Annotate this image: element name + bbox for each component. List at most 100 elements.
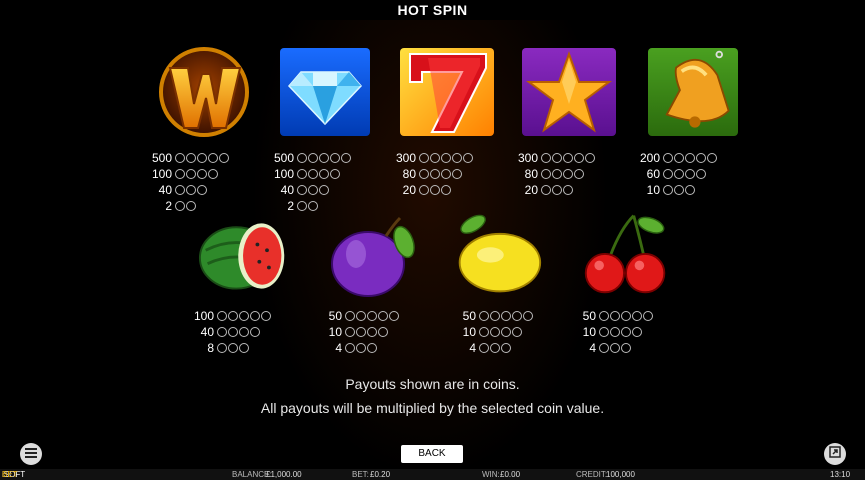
- coin-icon: [632, 327, 642, 337]
- coin-icon: [599, 327, 609, 337]
- coin-icon: [501, 311, 511, 321]
- payout-value: 500: [273, 151, 294, 165]
- history-button[interactable]: [824, 443, 846, 465]
- coin-icon: [574, 153, 584, 163]
- payout-row: 4: [316, 340, 400, 356]
- coin-icon: [345, 343, 355, 353]
- coin-icon: [219, 153, 229, 163]
- clock: 13:10: [830, 470, 851, 479]
- bet-label: BET:: [352, 470, 369, 479]
- payout-value: 50: [328, 309, 342, 323]
- coin-icon: [610, 343, 620, 353]
- coin-icon: [490, 311, 500, 321]
- coin-icon: [563, 153, 573, 163]
- payout-row: 300: [390, 150, 474, 166]
- coin-icon: [308, 153, 318, 163]
- coin-icon: [452, 169, 462, 179]
- coin-icon: [674, 185, 684, 195]
- coin-icon: [297, 201, 307, 211]
- coin-icon: [419, 185, 429, 195]
- coin-icon: [186, 169, 196, 179]
- coin-icon: [610, 327, 620, 337]
- payout-row: 40: [146, 182, 230, 198]
- coin-icon: [197, 169, 207, 179]
- coin-icon: [250, 327, 260, 337]
- payout-value: 300: [517, 151, 538, 165]
- coin-icon: [707, 153, 717, 163]
- coin-icon: [378, 327, 388, 337]
- win-value: £0.00: [500, 470, 521, 479]
- payout-row: 10: [316, 324, 400, 340]
- payout-row: 50: [450, 308, 534, 324]
- coin-icon: [419, 153, 429, 163]
- coin-icon: [696, 153, 706, 163]
- coin-icon: [563, 185, 573, 195]
- payout-note-1: Payouts shown are in coins.: [345, 376, 520, 392]
- coin-icon: [217, 343, 227, 353]
- payout-row: 20: [390, 182, 474, 198]
- paytable-cherry: 50 10 4: [570, 308, 654, 356]
- payout-value: 2: [165, 199, 172, 213]
- payout-row: 10: [570, 324, 654, 340]
- paytable-watermelon: 100 40 8: [188, 308, 272, 356]
- payout-value: 10: [582, 325, 596, 339]
- coin-icon: [541, 153, 551, 163]
- coin-icon: [175, 153, 185, 163]
- payout-value: 50: [582, 309, 596, 323]
- payout-value: 50: [462, 309, 476, 323]
- payout-row: 80: [390, 166, 474, 182]
- coin-icon: [512, 327, 522, 337]
- bell-symbol: [648, 48, 738, 136]
- payout-row: 4: [450, 340, 534, 356]
- coin-icon: [490, 343, 500, 353]
- menu-button[interactable]: [20, 443, 42, 465]
- payout-row: 60: [634, 166, 718, 182]
- payout-value: 40: [158, 183, 172, 197]
- coin-icon: [621, 343, 631, 353]
- coin-icon: [297, 169, 307, 179]
- payout-value: 200: [639, 151, 660, 165]
- payout-value: 4: [589, 341, 596, 355]
- coin-icon: [552, 185, 562, 195]
- coin-icon: [419, 169, 429, 179]
- coin-icon: [441, 185, 451, 195]
- payout-value: 40: [200, 325, 214, 339]
- coin-icon: [319, 169, 329, 179]
- star-symbol: [522, 48, 616, 136]
- diamond-symbol: [280, 48, 370, 136]
- coin-icon: [479, 343, 489, 353]
- coin-icon: [367, 311, 377, 321]
- coin-icon: [599, 311, 609, 321]
- seven-symbol: [400, 48, 494, 136]
- coin-icon: [197, 185, 207, 195]
- coin-icon: [228, 311, 238, 321]
- coin-icon: [552, 153, 562, 163]
- payout-row: 100: [188, 308, 272, 324]
- coin-icon: [501, 343, 511, 353]
- payout-row: 300: [512, 150, 596, 166]
- coin-icon: [261, 311, 271, 321]
- coin-icon: [345, 311, 355, 321]
- coin-icon: [356, 311, 366, 321]
- coin-icon: [585, 153, 595, 163]
- coin-icon: [663, 185, 673, 195]
- payout-value: 8: [207, 341, 214, 355]
- coin-icon: [541, 169, 551, 179]
- coin-icon: [479, 327, 489, 337]
- coin-icon: [228, 343, 238, 353]
- back-button[interactable]: BACK: [401, 445, 463, 463]
- coin-icon: [367, 343, 377, 353]
- cherry-symbol: [580, 206, 672, 298]
- coin-icon: [197, 153, 207, 163]
- credit-label: CREDIT:: [576, 470, 608, 479]
- coin-icon: [541, 185, 551, 195]
- payout-value: 80: [524, 167, 538, 181]
- coin-icon: [217, 327, 227, 337]
- coin-icon: [574, 169, 584, 179]
- coin-icon: [239, 343, 249, 353]
- payout-row: 4: [570, 340, 654, 356]
- coin-icon: [674, 153, 684, 163]
- coin-icon: [250, 311, 260, 321]
- coin-icon: [430, 153, 440, 163]
- coin-icon: [621, 327, 631, 337]
